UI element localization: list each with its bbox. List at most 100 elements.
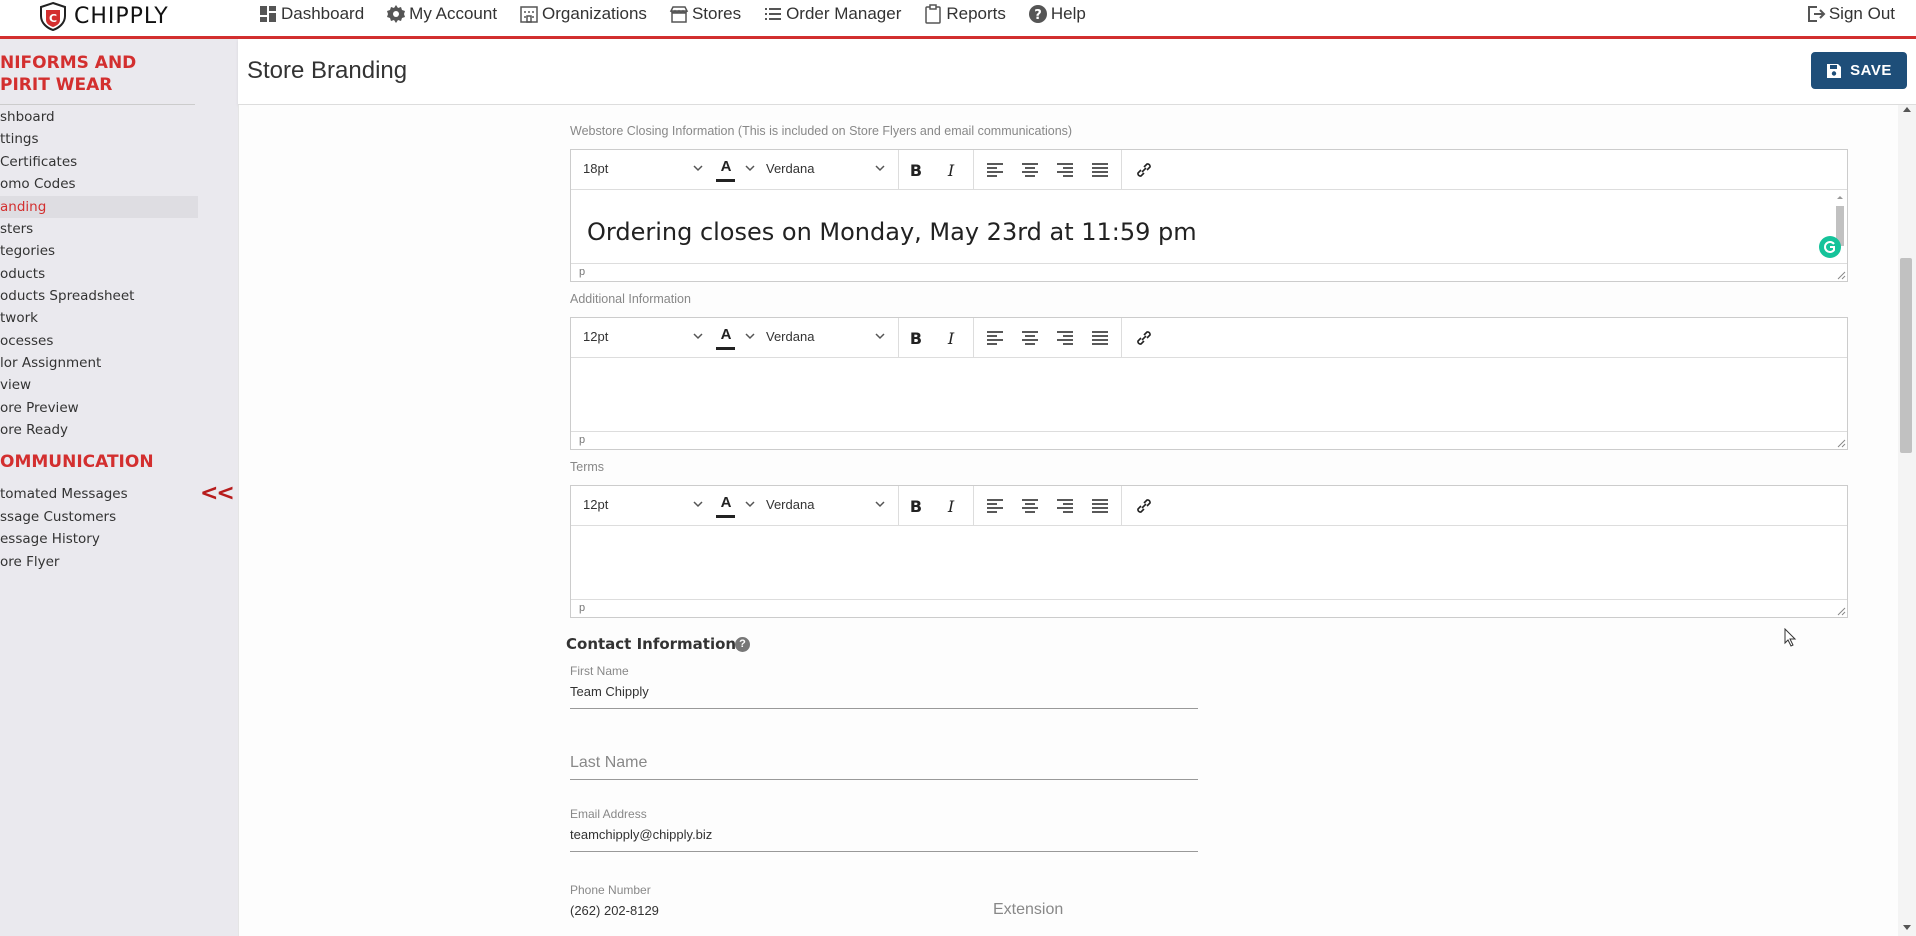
- text-color-icon[interactable]: A: [717, 326, 735, 343]
- align-center-button[interactable]: [1019, 327, 1041, 349]
- grammarly-icon[interactable]: [1819, 236, 1841, 258]
- sidebar-item-products-spreadsheet[interactable]: oducts Spreadsheet: [0, 285, 198, 307]
- list-icon: [765, 8, 782, 20]
- italic-button[interactable]: I: [940, 327, 962, 349]
- text-color-icon[interactable]: A: [717, 494, 735, 511]
- last-name-input[interactable]: Last Name: [570, 754, 647, 772]
- font-size-select[interactable]: 18pt: [583, 161, 608, 176]
- editor-content-area[interactable]: [571, 358, 1847, 431]
- closing-info-label: Webstore Closing Information (This is in…: [570, 124, 1073, 138]
- first-name-input[interactable]: Team Chipply: [570, 684, 649, 699]
- svg-text:I: I: [947, 329, 955, 347]
- resize-handle-icon[interactable]: [1836, 606, 1846, 616]
- sidebar-collapse-button[interactable]: <<: [200, 481, 235, 506]
- nav-stores[interactable]: Stores: [669, 4, 741, 24]
- chevron-down-icon[interactable]: [692, 162, 704, 174]
- link-icon: [1137, 499, 1151, 513]
- sidebar-item-store-ready[interactable]: ore Ready: [0, 419, 198, 441]
- sidebar-item-categories[interactable]: tegories: [0, 240, 198, 262]
- sidebar-item-products[interactable]: oducts: [0, 263, 198, 285]
- font-family-select[interactable]: Verdana: [766, 161, 814, 176]
- font-family-select[interactable]: Verdana: [766, 497, 814, 512]
- resize-handle-icon[interactable]: [1836, 270, 1846, 280]
- font-size-select[interactable]: 12pt: [583, 329, 608, 344]
- link-button[interactable]: [1133, 327, 1155, 349]
- scrollbar-thumb[interactable]: [1900, 258, 1912, 453]
- sidebar-item-message-customers[interactable]: ssage Customers: [0, 506, 198, 528]
- align-justify-button[interactable]: [1089, 327, 1111, 349]
- sidebar-item-artwork[interactable]: twork: [0, 307, 198, 329]
- align-center-button[interactable]: [1019, 495, 1041, 517]
- sidebar-item-store-flyer[interactable]: ore Flyer: [0, 551, 198, 573]
- save-button-label: SAVE: [1850, 62, 1892, 79]
- bold-button[interactable]: B: [905, 495, 927, 517]
- bold-button[interactable]: B: [905, 327, 927, 349]
- font-size-select[interactable]: 12pt: [583, 497, 608, 512]
- sidebar-item-rosters[interactable]: sters: [0, 218, 198, 240]
- align-justify-button[interactable]: [1089, 495, 1111, 517]
- italic-icon: I: [947, 497, 955, 515]
- sidebar-item-certificates[interactable]: Certificates: [0, 151, 198, 173]
- save-button[interactable]: SAVE: [1811, 52, 1907, 89]
- svg-text:B: B: [910, 329, 922, 347]
- editor-content-area[interactable]: [571, 526, 1847, 599]
- align-justify-button[interactable]: [1089, 159, 1111, 181]
- italic-button[interactable]: I: [940, 495, 962, 517]
- chevron-down-icon[interactable]: [744, 162, 756, 174]
- nav-dashboard[interactable]: Dashboard: [258, 4, 364, 24]
- nav-my-account[interactable]: My Account: [386, 4, 497, 24]
- sign-out-link[interactable]: Sign Out: [1806, 0, 1895, 28]
- align-right-button[interactable]: [1054, 327, 1076, 349]
- link-button[interactable]: [1133, 159, 1155, 181]
- sidebar-item-automated-messages[interactable]: tomated Messages: [0, 483, 198, 505]
- building-icon: [520, 6, 538, 23]
- chevron-down-icon[interactable]: [744, 498, 756, 510]
- help-icon[interactable]: ?: [735, 637, 750, 652]
- bold-button[interactable]: B: [905, 159, 927, 181]
- align-justify-icon: [1092, 163, 1108, 177]
- link-button[interactable]: [1133, 495, 1155, 517]
- align-justify-icon: [1092, 331, 1108, 345]
- chipply-logo[interactable]: C CHIPPLY: [38, 1, 169, 31]
- sidebar: NIFORMS AND PIRIT WEAR shboard ttings Ce…: [0, 39, 238, 936]
- nav-stores-label: Stores: [691, 4, 742, 23]
- page-scrollbar[interactable]: [1898, 105, 1916, 936]
- align-left-button[interactable]: [984, 159, 1006, 181]
- align-right-icon: [1057, 163, 1073, 177]
- phone-input[interactable]: (262) 202-8129: [570, 903, 659, 918]
- nav-reports[interactable]: Reports: [923, 4, 1006, 24]
- font-family-select[interactable]: Verdana: [766, 329, 814, 344]
- align-right-button[interactable]: [1054, 495, 1076, 517]
- email-input[interactable]: teamchipply@chipply.biz: [570, 827, 712, 842]
- align-center-button[interactable]: [1019, 159, 1041, 181]
- nav-order-manager[interactable]: Order Manager: [763, 4, 901, 24]
- resize-handle-icon[interactable]: [1836, 438, 1846, 448]
- text-color-icon[interactable]: A: [717, 158, 735, 175]
- scroll-up-arrow-icon[interactable]: [1903, 107, 1911, 112]
- sidebar-item-review[interactable]: view: [0, 374, 198, 396]
- align-left-button[interactable]: [984, 327, 1006, 349]
- chevron-down-icon[interactable]: [874, 162, 886, 174]
- chevron-down-icon[interactable]: [692, 498, 704, 510]
- chevron-down-icon[interactable]: [874, 498, 886, 510]
- nav-organizations[interactable]: Organizations: [519, 4, 647, 24]
- nav-help[interactable]: ? Help: [1028, 4, 1086, 24]
- chevron-down-icon[interactable]: [692, 330, 704, 342]
- sidebar-item-message-history[interactable]: essage History: [0, 528, 198, 550]
- sidebar-item-settings[interactable]: ttings: [0, 128, 198, 150]
- scroll-down-arrow-icon[interactable]: [1903, 925, 1911, 930]
- sidebar-item-processes[interactable]: ocesses: [0, 330, 198, 352]
- extension-input[interactable]: Extension: [993, 901, 1063, 919]
- sidebar-item-promo-codes[interactable]: omo Codes: [0, 173, 198, 195]
- chevron-down-icon[interactable]: [744, 330, 756, 342]
- text-color-swatch: [716, 179, 735, 182]
- editor-content-area[interactable]: Ordering closes on Monday, May 23rd at 1…: [571, 190, 1847, 263]
- sidebar-item-dashboard[interactable]: shboard: [0, 106, 198, 128]
- italic-button[interactable]: I: [940, 159, 962, 181]
- align-left-button[interactable]: [984, 495, 1006, 517]
- sidebar-item-color-assignment[interactable]: lor Assignment: [0, 352, 198, 374]
- sidebar-item-branding[interactable]: anding: [0, 196, 198, 218]
- align-right-button[interactable]: [1054, 159, 1076, 181]
- sidebar-item-store-preview[interactable]: ore Preview: [0, 397, 198, 419]
- chevron-down-icon[interactable]: [874, 330, 886, 342]
